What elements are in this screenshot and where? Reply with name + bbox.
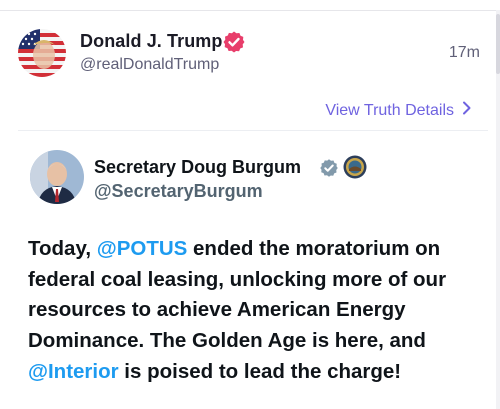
embedded-author-name: Secretary Doug Burgum	[94, 157, 302, 177]
author-name[interactable]: Donald J. Trump	[80, 31, 223, 52]
verified-check-icon	[319, 158, 339, 178]
mention-interior: @Interior	[28, 359, 119, 383]
tweet-text-segment: Today,	[28, 237, 97, 260]
author-handle[interactable]: @realDonaldTrump	[80, 56, 219, 74]
post-timestamp[interactable]: 17m	[449, 44, 480, 62]
embedded-tweet-text: Today, @POTUS ended the moratorium on fe…	[28, 234, 490, 388]
view-truth-details-link[interactable]: View Truth Details	[325, 101, 472, 120]
department-seal-icon	[343, 155, 367, 179]
view-details-label: View Truth Details	[325, 101, 454, 119]
chevron-right-icon	[462, 101, 472, 120]
mention-potus: @POTUS	[96, 237, 188, 260]
top-divider	[0, 10, 500, 11]
scrollbar-thumb[interactable]	[496, 14, 500, 74]
author-avatar[interactable]	[18, 29, 66, 77]
verified-badge-icon	[222, 30, 246, 54]
embedded-author-handle: @SecretaryBurgum	[94, 181, 263, 201]
tweet-text-segment: is poised to lead the charge!	[118, 359, 402, 383]
embedded-author-avatar	[30, 150, 84, 204]
